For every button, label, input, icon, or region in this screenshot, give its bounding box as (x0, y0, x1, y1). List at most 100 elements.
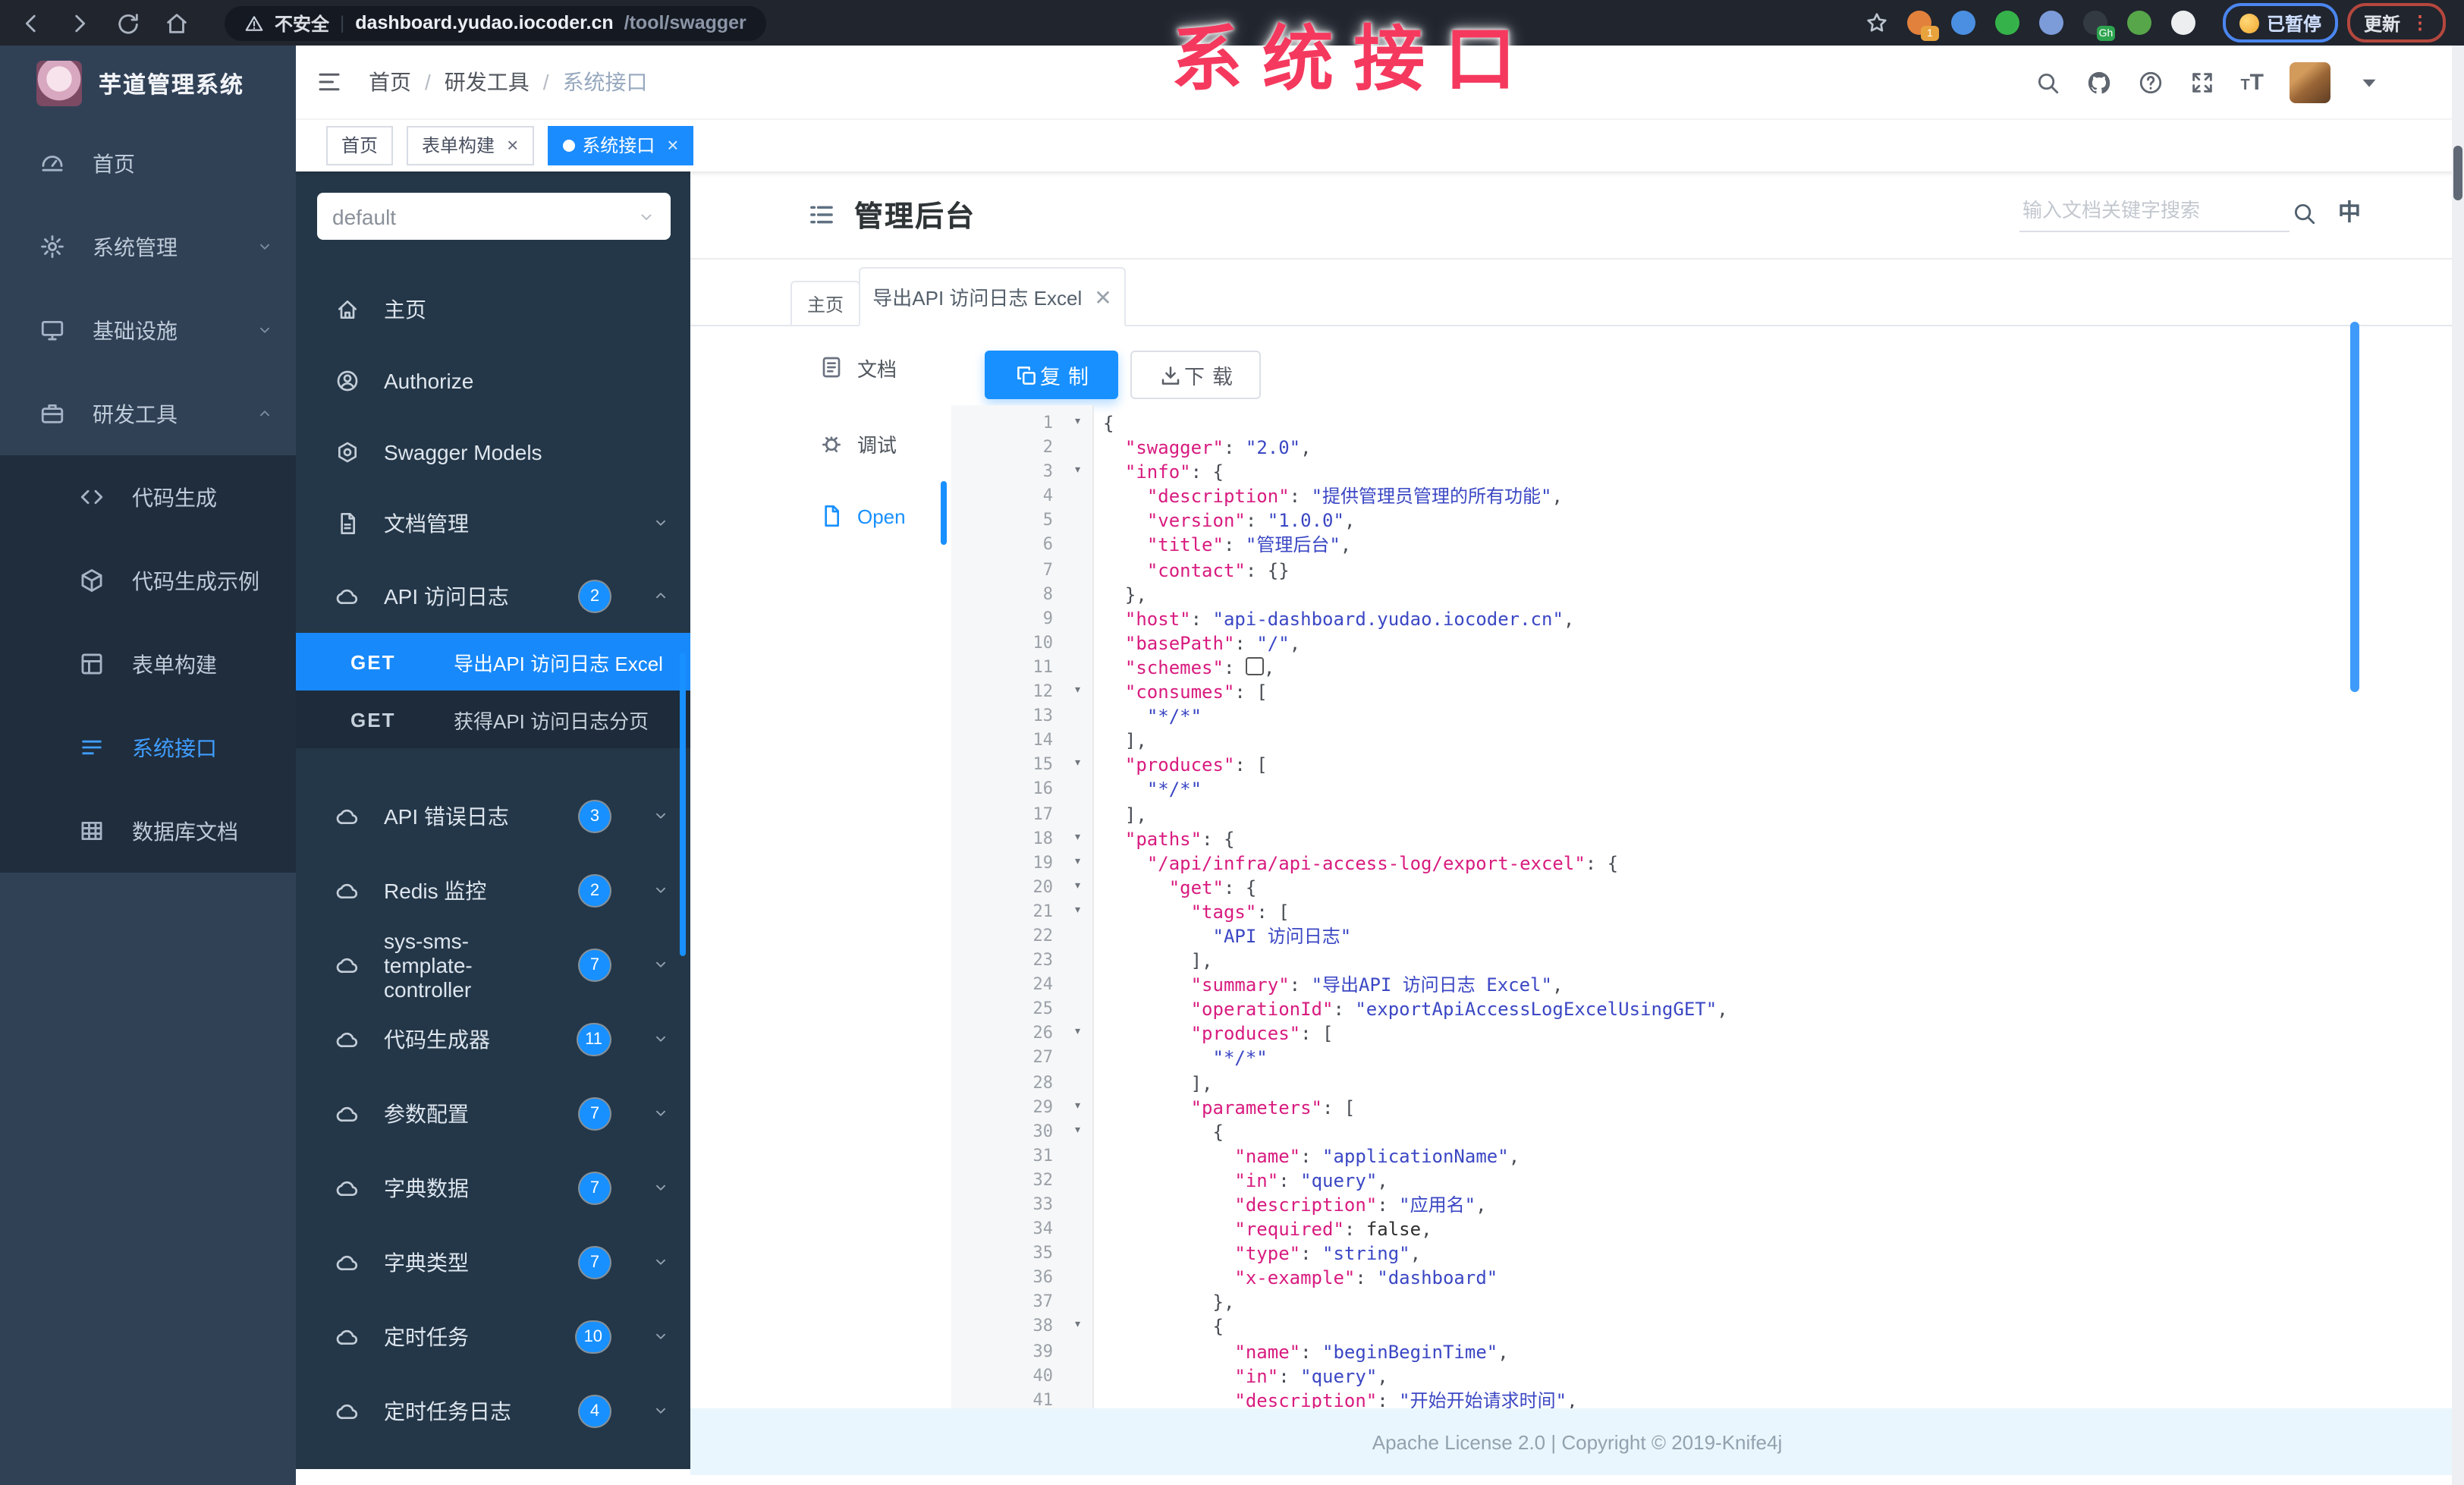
mini-nav-2[interactable]: Open (819, 492, 906, 540)
tag-view[interactable]: 表单构建 × (407, 125, 534, 165)
api-group[interactable]: 定时任务 10 (296, 1299, 690, 1373)
sidebar-item-3[interactable]: 研发工具 (0, 372, 296, 455)
api-group[interactable]: API 错误日志 3 (296, 779, 690, 853)
fold-arrow-icon[interactable]: ▾ (1073, 678, 1082, 703)
browser-update-button[interactable]: 更新 ⋮ (2346, 3, 2446, 42)
api-group[interactable]: API 访问日志 2 (296, 558, 690, 633)
swagger-nav-item[interactable]: 主页 (296, 273, 690, 345)
paused-extension-badge[interactable]: 已暂停 (2222, 3, 2338, 42)
fold-arrow-icon[interactable]: ▾ (1073, 1021, 1082, 1045)
chevron-down-icon[interactable] (652, 882, 669, 898)
api-group[interactable]: 字典类型 7 (296, 1225, 690, 1299)
sidebar-item-8[interactable]: 数据库文档 (0, 789, 296, 873)
doc-search-icon[interactable] (2291, 200, 2317, 226)
chevron-down-icon[interactable] (652, 1254, 669, 1270)
sidebar-item-1[interactable]: 系统管理 (0, 205, 296, 288)
api-group-select[interactable]: default (317, 193, 671, 240)
doc-tab-1[interactable]: 导出API 访问日志 Excel ✕ (859, 267, 1126, 326)
address-bar[interactable]: 不安全 | dashboard.yudao.iocoder.cn/tool/sw… (225, 5, 766, 40)
chevron-up-icon[interactable] (652, 587, 669, 604)
tag-view[interactable]: 首页 (326, 125, 394, 165)
extension-icon[interactable] (2126, 11, 2151, 35)
fold-arrow-icon[interactable]: ▾ (1073, 898, 1082, 923)
close-icon[interactable]: ✕ (1094, 286, 1111, 307)
chevron-down-icon[interactable] (652, 1179, 669, 1196)
fold-arrow-icon[interactable]: ▾ (1073, 825, 1082, 849)
bookmark-star-icon[interactable] (1865, 11, 1889, 35)
copy-button[interactable]: 复制 (985, 351, 1118, 399)
api-group[interactable]: 定时任务日志 4 (296, 1373, 690, 1448)
search-icon[interactable] (2034, 69, 2060, 95)
fold-arrow-icon[interactable]: ▾ (1073, 410, 1082, 434)
api-group[interactable]: sys-sms-template-controller 7 (296, 927, 690, 1002)
extension-icon[interactable] (1994, 11, 2019, 35)
fold-arrow-icon[interactable]: ▾ (1073, 1093, 1082, 1118)
sidebar-item-6[interactable]: 表单构建 (0, 622, 296, 706)
mini-nav-0[interactable]: 文档 (819, 343, 897, 392)
close-icon[interactable]: × (667, 135, 678, 155)
breadcrumb-item[interactable]: 首页 (369, 67, 411, 97)
help-icon[interactable] (2137, 69, 2163, 95)
api-operation[interactable]: GET 导出API 访问日志 Excel (296, 633, 690, 691)
browser-home-icon[interactable] (164, 10, 190, 36)
caret-down-icon[interactable] (2356, 69, 2382, 95)
app-logo[interactable]: 芋道管理系统 (0, 46, 296, 121)
extension-icon[interactable]: Gh (2082, 11, 2115, 41)
github-icon[interactable] (2085, 69, 2111, 95)
api-group[interactable]: Redis 监控 2 (296, 853, 690, 927)
swagger-nav-item[interactable]: Authorize (296, 345, 690, 416)
close-icon[interactable]: × (507, 135, 518, 155)
breadcrumb-item[interactable]: 系统接口 (563, 67, 648, 97)
chevron-down-icon[interactable] (652, 1328, 669, 1345)
sidebar-item-7[interactable]: 系统接口 (0, 706, 296, 789)
chevron-down-icon[interactable] (652, 807, 669, 824)
fold-arrow-icon[interactable]: ▾ (1073, 1314, 1082, 1338)
api-group[interactable]: 参数配置 7 (296, 1076, 690, 1150)
fold-arrow-icon[interactable]: ▾ (1073, 874, 1082, 898)
browser-back-icon[interactable] (18, 10, 44, 36)
browser-forward-icon[interactable] (67, 10, 93, 36)
extension-icon[interactable]: 1 (1906, 11, 1939, 41)
swagger-nav-item[interactable]: Swagger Models (296, 416, 690, 487)
chevron-down-icon[interactable] (652, 514, 669, 531)
window-scrollbar[interactable] (2452, 46, 2464, 1485)
api-group[interactable]: 岗位 (296, 1448, 690, 1469)
browser-reload-icon[interactable] (115, 10, 141, 36)
chevron-down-icon[interactable] (652, 1402, 669, 1419)
doc-tab-0[interactable]: 主页 (790, 281, 860, 326)
api-group[interactable]: 代码生成器 11 (296, 1002, 690, 1076)
tag-view[interactable]: 系统接口 × (547, 125, 694, 165)
chevron-down-icon[interactable] (652, 1105, 669, 1122)
sidebar-item-4[interactable]: 代码生成 (0, 455, 296, 539)
json-editor[interactable]: 1 ▾ 2 3 ▾ 4 5 6 7 8 9 10 11 12 ▾ 13 14 15 ▾ 16 17 18 ▾ 19 ▾ 20 ▾ 21… (951, 405, 2349, 1408)
fold-arrow-icon[interactable]: ▾ (1073, 1118, 1082, 1142)
chevron-down-icon[interactable] (652, 1030, 669, 1047)
fold-arrow-icon[interactable]: ▾ (1073, 752, 1082, 776)
chevron-down-icon[interactable] (652, 956, 669, 973)
sidebar-item-2[interactable]: 基础设施 (0, 288, 296, 372)
window-scrollbar-thumb[interactable] (2453, 146, 2462, 200)
fullscreen-icon[interactable] (2189, 69, 2214, 95)
fold-arrow-icon[interactable]: ▾ (1073, 849, 1082, 873)
collapse-menu-icon[interactable] (316, 68, 343, 96)
extension-icon[interactable] (2038, 11, 2063, 35)
font-size-icon[interactable]: TT (2240, 71, 2264, 93)
collapsed-array-widget[interactable] (1245, 656, 1264, 675)
swagger-nav-item[interactable]: 文档管理 (296, 487, 690, 558)
fold-arrow-icon[interactable]: ▾ (1073, 458, 1082, 483)
language-icon[interactable]: 中 (2338, 196, 2361, 228)
sidebar-item-0[interactable]: 首页 (0, 121, 296, 205)
api-group[interactable]: 字典数据 7 (296, 1150, 690, 1225)
search-input[interactable] (2019, 190, 2290, 232)
page-scrollbar[interactable] (2350, 322, 2359, 692)
user-avatar[interactable] (2290, 61, 2330, 102)
sidebar-item-5[interactable]: 代码生成示例 (0, 539, 296, 622)
sidebar-scrollbar[interactable] (680, 653, 686, 956)
extension-icon[interactable] (2170, 11, 2195, 35)
mini-nav-1[interactable]: 调试 (819, 419, 897, 467)
download-button[interactable]: 下载 (1130, 351, 1261, 399)
breadcrumb-item[interactable]: 研发工具 (445, 67, 530, 97)
extension-icon[interactable] (1950, 11, 1975, 35)
api-operation[interactable]: GET 获得API 访问日志分页 (296, 691, 690, 748)
browser-menu-icon[interactable]: ⋮ (2411, 12, 2429, 33)
